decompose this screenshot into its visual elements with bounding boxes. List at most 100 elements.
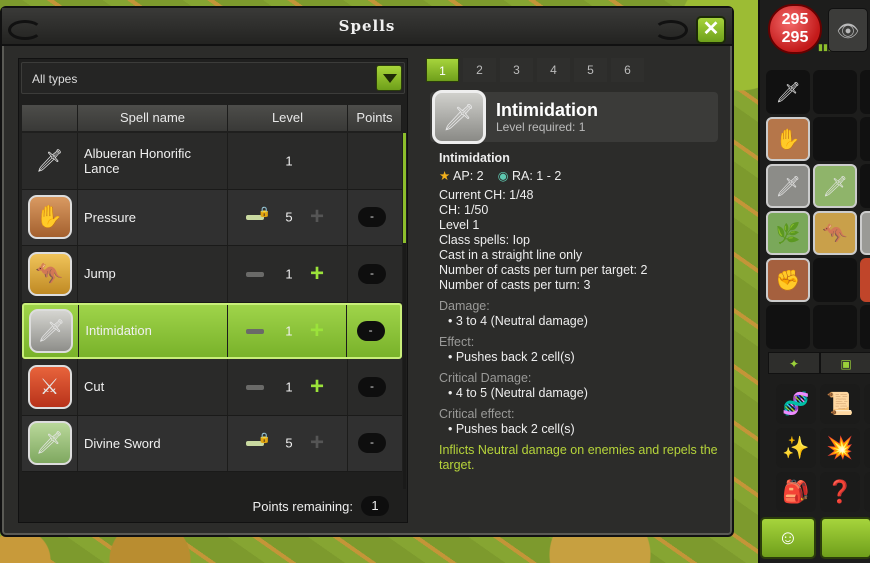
spell-icon-cell: 🗡 (24, 304, 80, 357)
intimidation-icon: 🗡 (29, 308, 74, 353)
cut-icon: ⚔ (27, 364, 72, 409)
chevron-down-icon[interactable] (376, 65, 402, 91)
lock-icon: 🔒 (258, 207, 271, 219)
points-remaining: Points remaining: 1 (253, 496, 389, 516)
window-title: Spells (338, 17, 396, 35)
detail-lines: Current CH: 1/48 CH: 1/50 Level 1 Class spe… (439, 188, 724, 293)
hp-max: 295 (781, 29, 809, 46)
misc-icon-2[interactable]: ✋ (864, 472, 870, 512)
tab-level-5[interactable]: 5 (574, 58, 607, 82)
points-pill[interactable]: - (358, 376, 386, 397)
empty-slot[interactable] (813, 117, 857, 161)
points-pill[interactable]: - (358, 207, 386, 228)
spells-tab-icon[interactable]: ✦ (768, 352, 820, 374)
spell-level-cell: 1 (228, 133, 348, 189)
plus-icon[interactable]: + (310, 261, 324, 285)
cut-slot-icon[interactable]: ⚔ (860, 258, 870, 302)
tab-level-3[interactable]: 3 (500, 58, 533, 82)
detail-line: CH: 1/50 (439, 203, 489, 217)
plus-icon[interactable]: + (310, 205, 324, 229)
empty-slot[interactable] (766, 305, 810, 349)
critical-damage-label: Critical Damage: (439, 371, 532, 385)
lance-slot-icon[interactable]: 🗡 (766, 70, 810, 114)
backpack-icon[interactable]: 🎒 (776, 472, 816, 512)
hands-slot-icon[interactable]: ✊ (766, 258, 810, 302)
hud-tabs: ✦ ▣ (768, 352, 870, 374)
detail-line: Number of casts per turn: 3 (439, 278, 591, 292)
header-spell-name[interactable]: Spell name (78, 105, 228, 131)
explosion-icon[interactable]: 💥 (820, 428, 860, 468)
chat-button-secondary[interactable] (820, 517, 870, 559)
header-icon-col (22, 105, 78, 131)
scroll-icon[interactable]: 📜 (820, 384, 860, 424)
dna-icon[interactable]: 🧬 (776, 384, 816, 424)
right-hud: 295 295 ▮▮▮ 👁 🗡 ✋ 🗡 🗡 🌿 🦘 ✦ ✊ ⚔ ✦ ▣ 🧬 📜 … (758, 0, 870, 563)
empty-slot[interactable] (813, 305, 857, 349)
plant-slot-icon[interactable]: 🌿 (766, 211, 810, 255)
tab-level-1[interactable]: 1 (426, 58, 459, 82)
empty-slot[interactable] (860, 70, 870, 114)
level-tabs: 123456 (426, 58, 644, 82)
divine-sword-slot-icon[interactable]: 🗡 (813, 164, 857, 208)
plus-icon[interactable]: + (310, 374, 324, 398)
table-row[interactable]: 🗡 Albueran Honorific Lance 1 (22, 133, 402, 190)
chat-icon[interactable]: ☺ (760, 517, 816, 559)
eye-toggle-icon[interactable]: 👁 (828, 8, 868, 52)
jump-icon: 🦘 (27, 251, 72, 296)
lock-icon: 🔒 (258, 433, 271, 445)
scrollbar-thumb[interactable] (403, 133, 406, 243)
minus-icon[interactable] (245, 328, 264, 334)
misc-icon[interactable]: ⚙ (864, 384, 870, 424)
empty-slot[interactable] (860, 305, 870, 349)
points-pill[interactable]: - (356, 320, 385, 341)
scrollbar[interactable] (403, 133, 406, 489)
items-tab-icon[interactable]: ▣ (820, 352, 870, 374)
misc-slot-icon[interactable]: ✦ (860, 211, 870, 255)
spell-level-cell: 🔒 5 + (228, 189, 348, 245)
empty-slot[interactable] (860, 117, 870, 161)
help-icon[interactable]: ❓ (820, 472, 860, 512)
damage-value: • 3 to 4 (Neutral damage) (448, 314, 588, 328)
spell-icon-cell: ⚔ (22, 359, 78, 415)
plus-icon[interactable]: + (310, 431, 324, 455)
table-row[interactable]: ⚔ Cut 1 + - (22, 359, 402, 416)
header-level[interactable]: Level (228, 105, 348, 131)
ap-ra-row: ★ AP: 2 ◉ RA: 1 - 2 (439, 169, 724, 184)
pressure-slot-icon[interactable]: ✋ (766, 117, 810, 161)
plus-icon[interactable]: + (310, 318, 324, 342)
spell-type-filter[interactable]: All types (21, 62, 405, 94)
tab-level-2[interactable]: 2 (463, 58, 496, 82)
close-button[interactable]: ✕ (696, 16, 726, 44)
points-pill[interactable]: - (358, 433, 386, 454)
card-icon[interactable]: 🃏 (864, 428, 870, 468)
table-header: Spell name Level Points (22, 105, 402, 131)
spell-name: Pressure (78, 189, 228, 245)
spell-level-cell: 1 + (228, 359, 348, 415)
spell-detail-info: Intimidation ★ AP: 2 ◉ RA: 1 - 2 Current… (439, 151, 724, 473)
table-row[interactable]: 🦘 Jump 1 + - (22, 246, 402, 303)
minus-icon[interactable] (246, 271, 264, 277)
ornament-right (654, 20, 688, 40)
empty-slot[interactable] (860, 164, 870, 208)
jump-slot-icon[interactable]: 🦘 (813, 211, 857, 255)
spell-points-cell: - (347, 305, 400, 358)
table-row[interactable]: ✋ Pressure 🔒 5 + - (22, 189, 402, 246)
tab-level-6[interactable]: 6 (611, 58, 644, 82)
spell-level-cell: 🔒 5 + (228, 415, 348, 471)
spell-icon-cell: 🦘 (22, 246, 78, 302)
table-row[interactable]: 🗡 Intimidation 1 + - (22, 302, 402, 359)
empty-slot[interactable] (813, 70, 857, 114)
points-remaining-label: Points remaining: (252, 498, 353, 514)
minus-icon[interactable] (246, 384, 264, 390)
empty-slot[interactable] (813, 258, 857, 302)
points-pill[interactable]: - (358, 263, 386, 284)
window-titlebar: Spells ✕ (2, 8, 732, 46)
critical-effect-label: Critical effect: (439, 407, 515, 421)
detail-line: Level 1 (439, 218, 480, 232)
intimidation-slot-icon[interactable]: 🗡 (766, 164, 810, 208)
header-points[interactable]: Points (348, 105, 402, 131)
tab-level-4[interactable]: 4 (537, 58, 570, 82)
table-row[interactable]: 🗡 Divine Sword 🔒 5 + - (22, 415, 402, 472)
wand-icon[interactable]: ✨ (776, 428, 816, 468)
spell-table-body: 🗡 Albueran Honorific Lance 1 ✋ Pressure 🔒 5 + - 🦘… (22, 133, 402, 489)
